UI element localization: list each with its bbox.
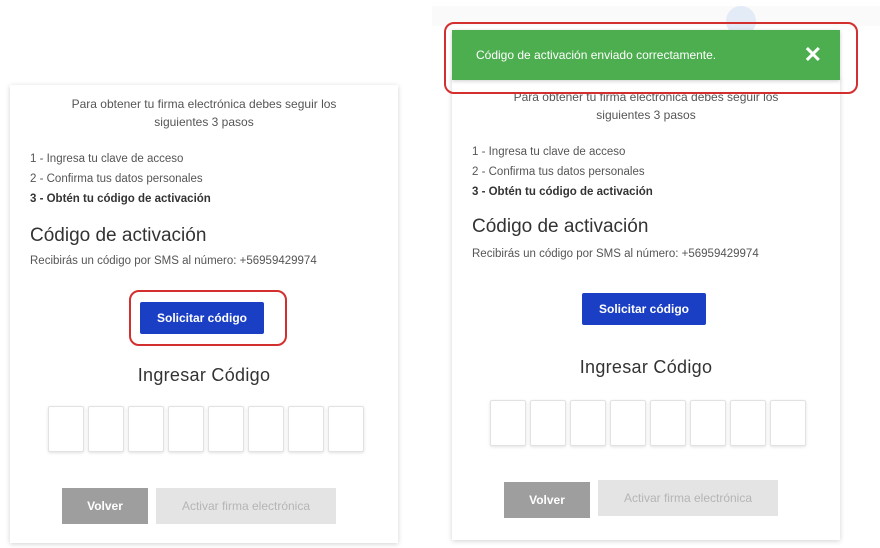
highlight-frame [129, 290, 287, 346]
code-digit-input[interactable] [730, 400, 766, 446]
highlight-frame [444, 22, 858, 94]
code-digit-input[interactable] [248, 406, 284, 452]
back-button[interactable]: Volver [504, 482, 590, 518]
activate-signature-button[interactable]: Activar firma electrónica [156, 488, 336, 524]
code-digit-input[interactable] [88, 406, 124, 452]
step-2: 2 - Confirma tus datos personales [472, 166, 645, 178]
code-digit-input[interactable] [490, 400, 526, 446]
step-3: 3 - Obtén tu código de activación [30, 193, 211, 205]
enter-code-heading: Ingresar Código [579, 357, 713, 377]
step-1: 1 - Ingresa tu clave de acceso [472, 146, 626, 158]
enter-code-heading: Ingresar Código [137, 365, 271, 385]
code-digit-input[interactable] [128, 406, 164, 452]
code-digit-input[interactable] [530, 400, 566, 446]
code-input-group [490, 400, 806, 446]
steps-list: 1 - Ingresa tu clave de acceso 2 - Confi… [472, 142, 653, 202]
code-digit-input[interactable] [690, 400, 726, 446]
step-3: 3 - Obtén tu código de activación [472, 186, 653, 198]
code-digit-input[interactable] [168, 406, 204, 452]
code-digit-input[interactable] [610, 400, 646, 446]
code-heading: Código de activación [30, 225, 207, 246]
step-2: 2 - Confirma tus datos personales [30, 173, 203, 185]
activation-panel-right: Para obtener tu firma electrónica debes … [452, 78, 840, 540]
code-heading: Código de activación [472, 216, 649, 237]
request-code-button[interactable]: Solicitar código [582, 293, 706, 325]
code-digit-input[interactable] [328, 406, 364, 452]
intro-text: Para obtener tu firma electrónica debes … [71, 97, 337, 129]
sms-text: Recibirás un código por SMS al número: +… [30, 255, 317, 267]
back-button[interactable]: Volver [62, 488, 148, 524]
activate-signature-button[interactable]: Activar firma electrónica [598, 480, 778, 516]
code-digit-input[interactable] [288, 406, 324, 452]
code-digit-input[interactable] [208, 406, 244, 452]
step-1: 1 - Ingresa tu clave de acceso [30, 153, 184, 165]
sms-text: Recibirás un código por SMS al número: +… [472, 248, 759, 260]
code-digit-input[interactable] [770, 400, 806, 446]
code-digit-input[interactable] [650, 400, 686, 446]
steps-list: 1 - Ingresa tu clave de acceso 2 - Confi… [30, 149, 211, 209]
code-digit-input[interactable] [570, 400, 606, 446]
code-input-group [48, 406, 364, 452]
code-digit-input[interactable] [48, 406, 84, 452]
